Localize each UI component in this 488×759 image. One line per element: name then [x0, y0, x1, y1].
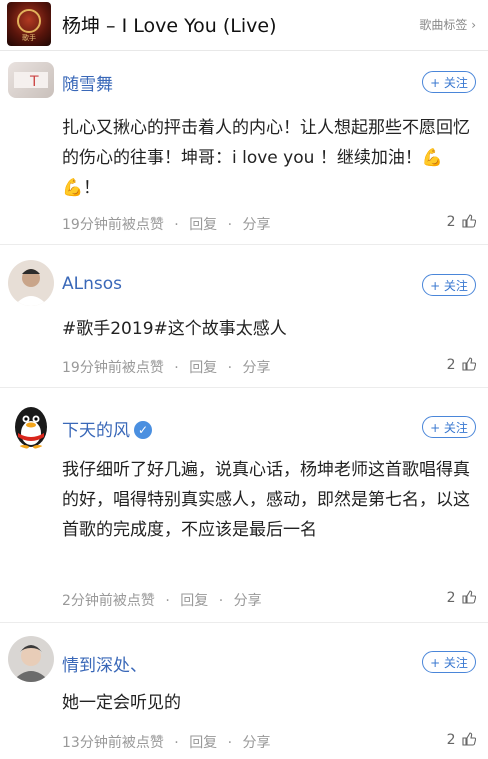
comment-text: #歌手2019#这个故事太感人: [62, 319, 287, 339]
divider: [0, 387, 488, 388]
follow-button[interactable]: + 关注: [422, 416, 476, 438]
follow-button[interactable]: + 关注: [422, 71, 476, 93]
username[interactable]: 随雪舞: [62, 70, 113, 95]
album-tag: 歌手: [22, 34, 36, 42]
meta-separator: ·: [174, 735, 179, 751]
like-button[interactable]: 2: [447, 214, 476, 230]
svg-text:T: T: [29, 74, 39, 90]
like-count: 2: [446, 214, 456, 230]
divider: [0, 622, 488, 623]
comment-meta: 13分钟前被点赞 · 回复 · 分享: [62, 732, 277, 752]
penguin-avatar-icon: [15, 407, 47, 449]
follow-button[interactable]: + 关注: [422, 274, 476, 296]
thumbs-up-icon: [462, 732, 476, 746]
avatar-image: T: [14, 72, 48, 90]
comment-text: 她一定会听见的: [62, 693, 181, 713]
avatar[interactable]: [8, 403, 54, 449]
reply-button[interactable]: 回复: [189, 217, 217, 233]
like-button[interactable]: 2: [447, 590, 476, 606]
meta-separator: ·: [218, 593, 224, 609]
meta-separator: ·: [227, 360, 233, 376]
follow-button[interactable]: + 关注: [422, 651, 476, 673]
comment-meta: 19分钟前被点赞 · 回复 · 分享: [62, 357, 277, 377]
album-ring-graphic: [17, 9, 41, 33]
like-count: 2: [446, 590, 456, 606]
avatar[interactable]: T: [8, 62, 54, 98]
username-text: 下天的风: [62, 421, 130, 441]
avatar-image: [12, 645, 50, 682]
meta-separator: ·: [165, 593, 170, 609]
avatar[interactable]: [8, 636, 54, 682]
comment-text: 我仔细听了好几遍，说真心话，杨坤老师这首歌唱得真的好，唱得特别真实感人，感动，即…: [62, 460, 470, 540]
share-button[interactable]: 分享: [243, 360, 271, 376]
share-button[interactable]: 分享: [243, 735, 271, 751]
song-header: 歌手 杨坤 – I Love You (Live) 歌曲标签 ›: [0, 0, 488, 51]
avatar-image: [14, 269, 48, 306]
username[interactable]: 下天的风 ✓: [62, 416, 152, 441]
like-count: 2: [446, 732, 456, 748]
thumbs-up-icon: [462, 214, 476, 228]
meta-separator: ·: [227, 217, 233, 233]
song-tag-button[interactable]: 歌曲标签 ›: [419, 16, 476, 33]
comment-meta: 19分钟前被点赞 · 回复 · 分享: [62, 214, 277, 234]
username[interactable]: 情到深处、: [62, 651, 147, 676]
like-time: 19分钟前被点赞: [62, 217, 164, 233]
album-cover[interactable]: 歌手: [7, 2, 51, 46]
reply-button[interactable]: 回复: [189, 735, 217, 751]
username[interactable]: ALnsos: [62, 274, 122, 294]
like-count: 2: [446, 357, 456, 373]
like-time: 2分钟前被点赞: [62, 593, 155, 609]
avatar[interactable]: [8, 260, 54, 306]
meta-separator: ·: [174, 217, 179, 233]
divider: [0, 244, 488, 245]
comment-meta: 2分钟前被点赞 · 回复 · 分享: [62, 590, 268, 610]
reply-button[interactable]: 回复: [189, 360, 217, 376]
like-button[interactable]: 2: [447, 732, 476, 748]
meta-separator: ·: [174, 360, 179, 376]
thumbs-up-icon: [462, 357, 476, 371]
share-button[interactable]: 分享: [234, 593, 262, 609]
share-button[interactable]: 分享: [243, 217, 271, 233]
verified-badge-icon: ✓: [134, 421, 152, 439]
thumbs-up-icon: [462, 590, 476, 604]
like-button[interactable]: 2: [447, 357, 476, 373]
like-time: 13分钟前被点赞: [62, 735, 164, 751]
song-title: 杨坤 – I Love You (Live): [62, 15, 277, 37]
meta-separator: ·: [227, 735, 233, 751]
like-time: 19分钟前被点赞: [62, 360, 164, 376]
reply-button[interactable]: 回复: [180, 593, 208, 609]
comment-text: 扎心又揪心的抨击着人的内心！让人想起那些不愿回忆的伤心的往事！坤哥：i love…: [62, 118, 470, 198]
